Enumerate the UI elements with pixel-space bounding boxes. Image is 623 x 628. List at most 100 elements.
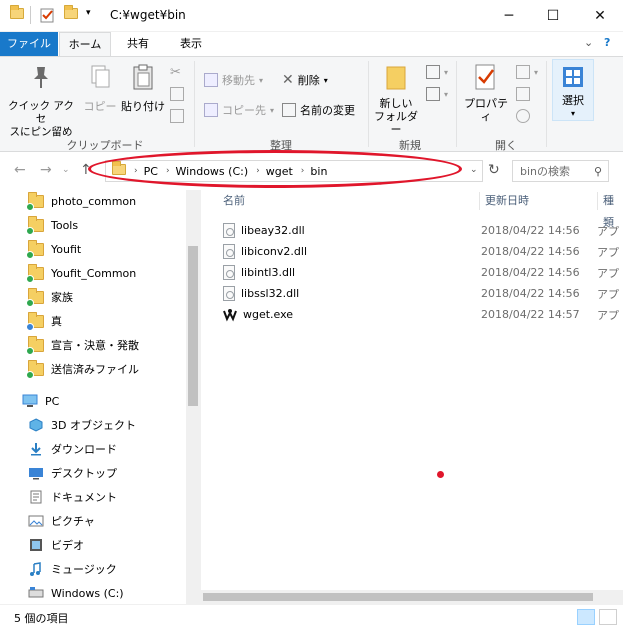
address-bar[interactable]: › PC › Windows (C:) › wget › bin	[105, 160, 483, 182]
new-item-button[interactable]: ▾	[426, 63, 448, 81]
edit-button[interactable]	[516, 85, 530, 103]
refresh-icon[interactable]: ↻	[488, 162, 500, 178]
navigation-pane: photo_common Tools Youfit Youfit_Common 家族真宣…	[0, 190, 200, 604]
tab-share[interactable]: 共有	[112, 32, 164, 56]
nav-item-folder[interactable]: Youfit_Common	[26, 262, 137, 284]
nav-item-pc-child[interactable]: ピクチャ	[28, 510, 95, 532]
breadcrumb-pc[interactable]: PC	[144, 165, 158, 178]
help-icon[interactable]: ?	[604, 36, 610, 49]
breadcrumb-bin[interactable]: bin	[310, 165, 327, 178]
details-view-button[interactable]	[577, 609, 595, 625]
highlight-dot	[437, 471, 444, 478]
qa-separator	[30, 6, 31, 24]
nav-item-pc-child[interactable]: デスクトップ	[28, 462, 117, 484]
copy-path-button[interactable]	[170, 85, 184, 103]
close-button[interactable]: ✕	[577, 0, 623, 32]
nav-item-folder[interactable]: Youfit	[26, 238, 81, 260]
file-row[interactable]: wget.exe 2018/04/22 14:57 アプ	[223, 304, 623, 325]
chevron-right-icon[interactable]: ›	[256, 166, 260, 176]
nav-item-pc-child[interactable]: 3D オブジェクト	[28, 414, 136, 436]
horizontal-scrollbar[interactable]	[201, 590, 623, 604]
nav-item-label: 真	[51, 315, 62, 328]
up-arrow-icon[interactable]: ↑	[80, 162, 92, 178]
breadcrumb-drive[interactable]: Windows (C:)	[176, 165, 249, 178]
file-date: 2018/04/22 14:56	[481, 287, 580, 300]
chevron-right-icon[interactable]: ›	[301, 166, 305, 176]
address-dropdown-icon[interactable]: ⌄	[470, 165, 478, 175]
breadcrumb-wget[interactable]: wget	[266, 165, 293, 178]
nav-item-pc-child[interactable]: ドキュメント	[28, 486, 117, 508]
new-folder-button[interactable]: 新しい フォルダー	[372, 63, 420, 136]
nav-item-pc-child[interactable]: ビデオ	[28, 534, 84, 556]
pin-quick-access-button[interactable]: クイック アクセ スにピン留め	[6, 63, 76, 139]
nav-item-folder[interactable]: 宣言・決意・発散	[26, 334, 139, 356]
file-date: 2018/04/22 14:56	[481, 266, 580, 279]
edit-icon	[516, 87, 530, 101]
history-button[interactable]	[516, 107, 530, 125]
nav-item-folder[interactable]: Tools	[26, 214, 78, 236]
delete-button[interactable]: ✕ 削除 ▾	[282, 71, 328, 89]
back-arrow-icon[interactable]: ←	[14, 162, 26, 178]
chevron-right-icon[interactable]: ›	[134, 166, 138, 176]
cut-button[interactable]: ✂	[170, 63, 181, 81]
paste-button[interactable]: 貼り付け	[120, 63, 166, 113]
nav-item-label: photo_common	[51, 194, 137, 208]
nav-item-pc-child[interactable]: ミュージック	[28, 558, 117, 580]
nav-item-pc[interactable]: PC	[22, 390, 59, 412]
open-button[interactable]: ▾	[516, 63, 538, 81]
column-header-date[interactable]: 更新日時	[485, 190, 529, 212]
horizontal-scrollbar-thumb[interactable]	[203, 593, 593, 601]
rename-label: 名前の変更	[300, 104, 355, 117]
download-icon	[28, 442, 44, 456]
file-row[interactable]: libiconv2.dll 2018/04/22 14:56 アプ	[223, 241, 623, 262]
properties-check-icon[interactable]	[40, 8, 55, 23]
nav-item-folder[interactable]: photo_common	[26, 190, 137, 212]
column-divider[interactable]	[597, 192, 598, 210]
nav-item-pc-child[interactable]: ダウンロード	[28, 438, 117, 460]
file-row[interactable]: libssl32.dll 2018/04/22 14:56 アプ	[223, 283, 623, 304]
column-header-name[interactable]: 名前	[223, 190, 245, 212]
paste-shortcut-button[interactable]	[170, 107, 184, 125]
document-icon	[28, 490, 44, 504]
new-folder-icon	[385, 63, 407, 91]
minimize-button[interactable]: ─	[486, 0, 532, 32]
search-icon: ⚲	[593, 164, 602, 178]
copy-to-button[interactable]: コピー先 ▾	[204, 101, 274, 119]
new-folder-icon[interactable]	[64, 5, 78, 19]
column-header-type[interactable]: 種類	[603, 190, 623, 229]
forward-arrow-icon[interactable]: →	[40, 162, 52, 178]
chevron-right-icon[interactable]: ›	[166, 166, 170, 176]
chevron-down-icon[interactable]: ▾	[86, 8, 91, 18]
nav-scrollbar-thumb[interactable]	[188, 246, 198, 406]
file-row[interactable]: libeay32.dll 2018/04/22 14:56 アプ	[223, 220, 623, 241]
move-to-button[interactable]: 移動先 ▾	[204, 71, 263, 89]
column-divider[interactable]	[479, 192, 480, 210]
easy-access-button[interactable]: ▾	[426, 85, 448, 103]
nav-scrollbar[interactable]	[186, 190, 200, 604]
file-row[interactable]: libintl3.dll 2018/04/22 14:56 アプ	[223, 262, 623, 283]
nav-item-folder[interactable]: 家族	[26, 286, 73, 308]
properties-button[interactable]: プロパティ	[460, 63, 512, 123]
tab-view[interactable]: 表示	[165, 32, 217, 56]
recent-chevron-icon[interactable]: ⌄	[62, 165, 70, 175]
nav-item-pc-child[interactable]: Windows (C:)	[28, 582, 124, 604]
ribbon-separator	[546, 61, 547, 147]
tab-home[interactable]: ホーム	[59, 32, 111, 56]
dll-file-icon	[223, 244, 235, 259]
maximize-button[interactable]: ☐	[530, 0, 576, 32]
copy-button[interactable]: コピー	[80, 63, 120, 113]
nav-item-folder[interactable]: 真	[26, 310, 62, 332]
tab-file[interactable]: ファイル	[0, 32, 58, 56]
new-item-icon	[426, 65, 440, 79]
search-input[interactable]: binの検索 ⚲	[512, 160, 609, 182]
rename-button[interactable]: 名前の変更	[282, 101, 355, 119]
nav-item-folder[interactable]: 送信済みファイル	[26, 358, 139, 380]
delete-icon: ✕	[282, 72, 294, 88]
nav-item-label: Youfit_Common	[51, 266, 137, 280]
computer-icon	[22, 394, 38, 408]
ribbon: クイック アクセ スにピン留め コピー 貼り付け ✂ クリップボード 移動先 ▾ …	[0, 56, 623, 152]
chevron-down-icon[interactable]: ⌄	[584, 36, 593, 49]
select-button[interactable]: 選択 ▾	[552, 59, 594, 121]
folder-icon	[26, 215, 44, 235]
large-icons-view-button[interactable]	[599, 609, 617, 625]
